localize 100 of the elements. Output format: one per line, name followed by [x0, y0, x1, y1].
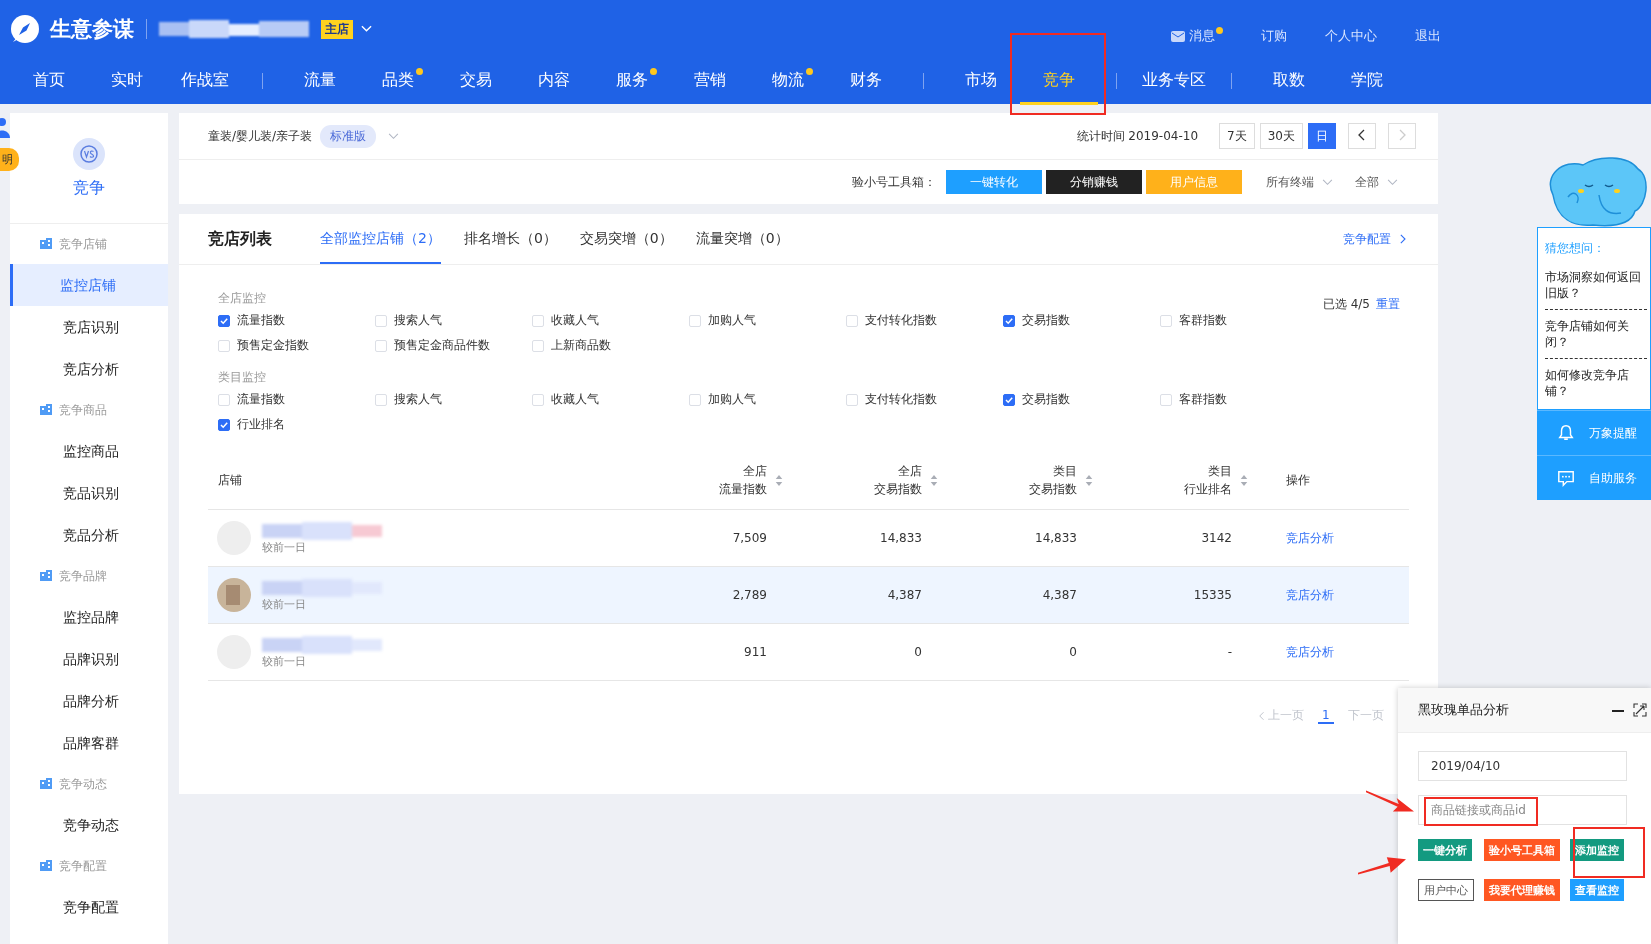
sidebar-item[interactable]: 品牌客群: [10, 722, 168, 764]
sidebar-item[interactable]: 品牌识别: [10, 638, 168, 680]
range-button[interactable]: 7天: [1219, 123, 1255, 149]
popup-button[interactable]: 验小号工具箱: [1484, 839, 1560, 861]
nav-tab[interactable]: 作战室: [166, 57, 244, 105]
previous-button[interactable]: [1348, 123, 1376, 149]
nav-tab[interactable]: 业务专区: [1098, 57, 1213, 105]
nav-tab[interactable]: 实时: [88, 57, 166, 105]
sidebar-item[interactable]: 监控商品: [10, 430, 168, 472]
toolbox-button[interactable]: 一键转化: [946, 170, 1042, 194]
nav-tab[interactable]: 物流: [749, 57, 827, 105]
next-button[interactable]: [1388, 123, 1416, 149]
popup-button[interactable]: 查看监控: [1570, 879, 1624, 901]
analysis-link[interactable]: 竞店分析: [1286, 644, 1334, 659]
sidebar-item[interactable]: 品牌分析: [10, 680, 168, 722]
popup-button[interactable]: 用户中心: [1418, 879, 1474, 901]
expand-icon[interactable]: [1633, 703, 1647, 717]
nav-tab[interactable]: 交易: [437, 57, 515, 105]
faq-link[interactable]: 市场洞察如何返回旧版？: [1545, 269, 1647, 301]
column-header: 全店 交易指数: [874, 463, 922, 498]
sidebar-item[interactable]: 监控品牌: [10, 596, 168, 638]
sidebar-group-label: 竞争品牌: [59, 567, 107, 585]
header-link[interactable]: 消息: [1171, 25, 1223, 45]
nav-tab[interactable]: 市场: [905, 57, 1020, 105]
nav-tab[interactable]: 学院: [1328, 57, 1406, 105]
popup-button[interactable]: 我要代理赚钱: [1484, 879, 1560, 901]
column-header: 店铺: [218, 472, 242, 489]
sidebar-item[interactable]: 竞店分析: [10, 348, 168, 390]
arrow-drawing: [1366, 788, 1414, 814]
help-action-button[interactable]: 万象提醒: [1537, 410, 1651, 455]
bell-icon: [1557, 424, 1575, 442]
nav-tab[interactable]: 流量: [244, 57, 359, 105]
checkbox-label: 客群指数: [1179, 391, 1227, 408]
column-header: 全店 流量指数: [719, 463, 767, 498]
stat-time: 统计时间 2019-04-10: [1076, 127, 1199, 145]
dropdown[interactable]: 全部: [1355, 173, 1398, 191]
sidebar-item[interactable]: 竞品分析: [10, 514, 168, 556]
compass-logo-icon: [10, 14, 40, 44]
table-cell-text: 7,509: [731, 531, 768, 545]
checkbox-label: 加购人气: [708, 391, 756, 408]
popup-button[interactable]: 一键分析: [1418, 839, 1472, 861]
filter-tab[interactable]: 全部监控店铺（2）: [320, 214, 441, 264]
table-cell-text: -: [1226, 645, 1233, 659]
product-link-field[interactable]: 商品链接或商品id: [1418, 795, 1627, 825]
config-link[interactable]: 竞争配置: [1343, 230, 1406, 248]
sidebar-item[interactable]: 竞争配置: [10, 886, 168, 928]
sort-icon[interactable]: [930, 473, 938, 487]
header-link[interactable]: 个人中心: [1325, 25, 1377, 45]
chevron-right-icon: [1399, 234, 1406, 244]
checkbox[interactable]: [1003, 314, 1015, 327]
faq-link[interactable]: 如何修改竞争店铺？: [1545, 367, 1647, 399]
range-button[interactable]: 日: [1308, 123, 1336, 149]
sidebar-item[interactable]: 竞品识别: [10, 472, 168, 514]
building-icon: [40, 238, 52, 250]
nav-tab[interactable]: 品类: [359, 57, 437, 105]
nav-tab[interactable]: 首页: [10, 57, 88, 105]
faq-link[interactable]: 竞争店铺如何关闭？: [1545, 318, 1647, 350]
group-label: 全店监控: [218, 289, 266, 307]
sort-icon[interactable]: [775, 473, 783, 487]
nav-tab[interactable]: 内容: [515, 57, 593, 105]
sidebar-item[interactable]: 监控店铺: [10, 264, 168, 306]
checkbox[interactable]: [1003, 393, 1015, 406]
filter-tab[interactable]: 排名增长（0）: [463, 214, 557, 264]
dropdown[interactable]: 所有终端: [1266, 173, 1333, 191]
toolbox-label: 验小号工具箱：: [852, 173, 936, 191]
table-cell-text: 4,387: [886, 588, 923, 602]
checkbox[interactable]: [218, 314, 230, 327]
page-number[interactable]: 1: [1318, 707, 1334, 724]
building-icon: [40, 778, 52, 790]
date-field[interactable]: 2019/04/10: [1418, 751, 1627, 781]
reset-link[interactable]: 重置: [1376, 295, 1400, 313]
nav-tab[interactable]: 取数: [1213, 57, 1328, 105]
column-header: 类目 行业排名: [1184, 463, 1232, 498]
analysis-link[interactable]: 竞店分析: [1286, 587, 1334, 602]
sort-icon[interactable]: [1240, 473, 1248, 487]
sort-icon[interactable]: [1085, 473, 1093, 487]
table-cell-text: 15335: [1192, 588, 1233, 602]
range-button[interactable]: 30天: [1259, 123, 1303, 149]
chat-icon: [1557, 469, 1575, 487]
checkbox-label: 预售定金商品件数: [394, 337, 490, 354]
filter-tab[interactable]: 交易突增（0）: [579, 214, 673, 264]
popup-button[interactable]: 添加监控: [1570, 839, 1624, 861]
checkbox-label: 交易指数: [1022, 391, 1070, 408]
filter-tab[interactable]: 流量突增（0）: [695, 214, 789, 264]
sidebar-item[interactable]: 竞店识别: [10, 306, 168, 348]
checkbox-label: 收藏人气: [551, 391, 599, 408]
nav-tab[interactable]: 竞争: [1020, 57, 1098, 105]
nav-tab[interactable]: 营销: [671, 57, 749, 105]
help-action-button[interactable]: 自助服务: [1537, 455, 1651, 500]
nav-tab[interactable]: 服务: [593, 57, 671, 105]
person-icon: [0, 118, 10, 138]
checkbox[interactable]: [218, 418, 230, 431]
nav-tab[interactable]: 财务: [827, 57, 905, 105]
sidebar-item[interactable]: 竞争动态: [10, 804, 168, 846]
analysis-link[interactable]: 竞店分析: [1286, 530, 1334, 545]
table-cell-text: 2,789: [731, 588, 768, 602]
header-link[interactable]: 退出: [1415, 25, 1441, 45]
checkbox-label: 支付转化指数: [865, 312, 937, 329]
toolbox-button[interactable]: 分销赚钱: [1046, 170, 1142, 194]
header-link[interactable]: 订购: [1261, 25, 1287, 45]
